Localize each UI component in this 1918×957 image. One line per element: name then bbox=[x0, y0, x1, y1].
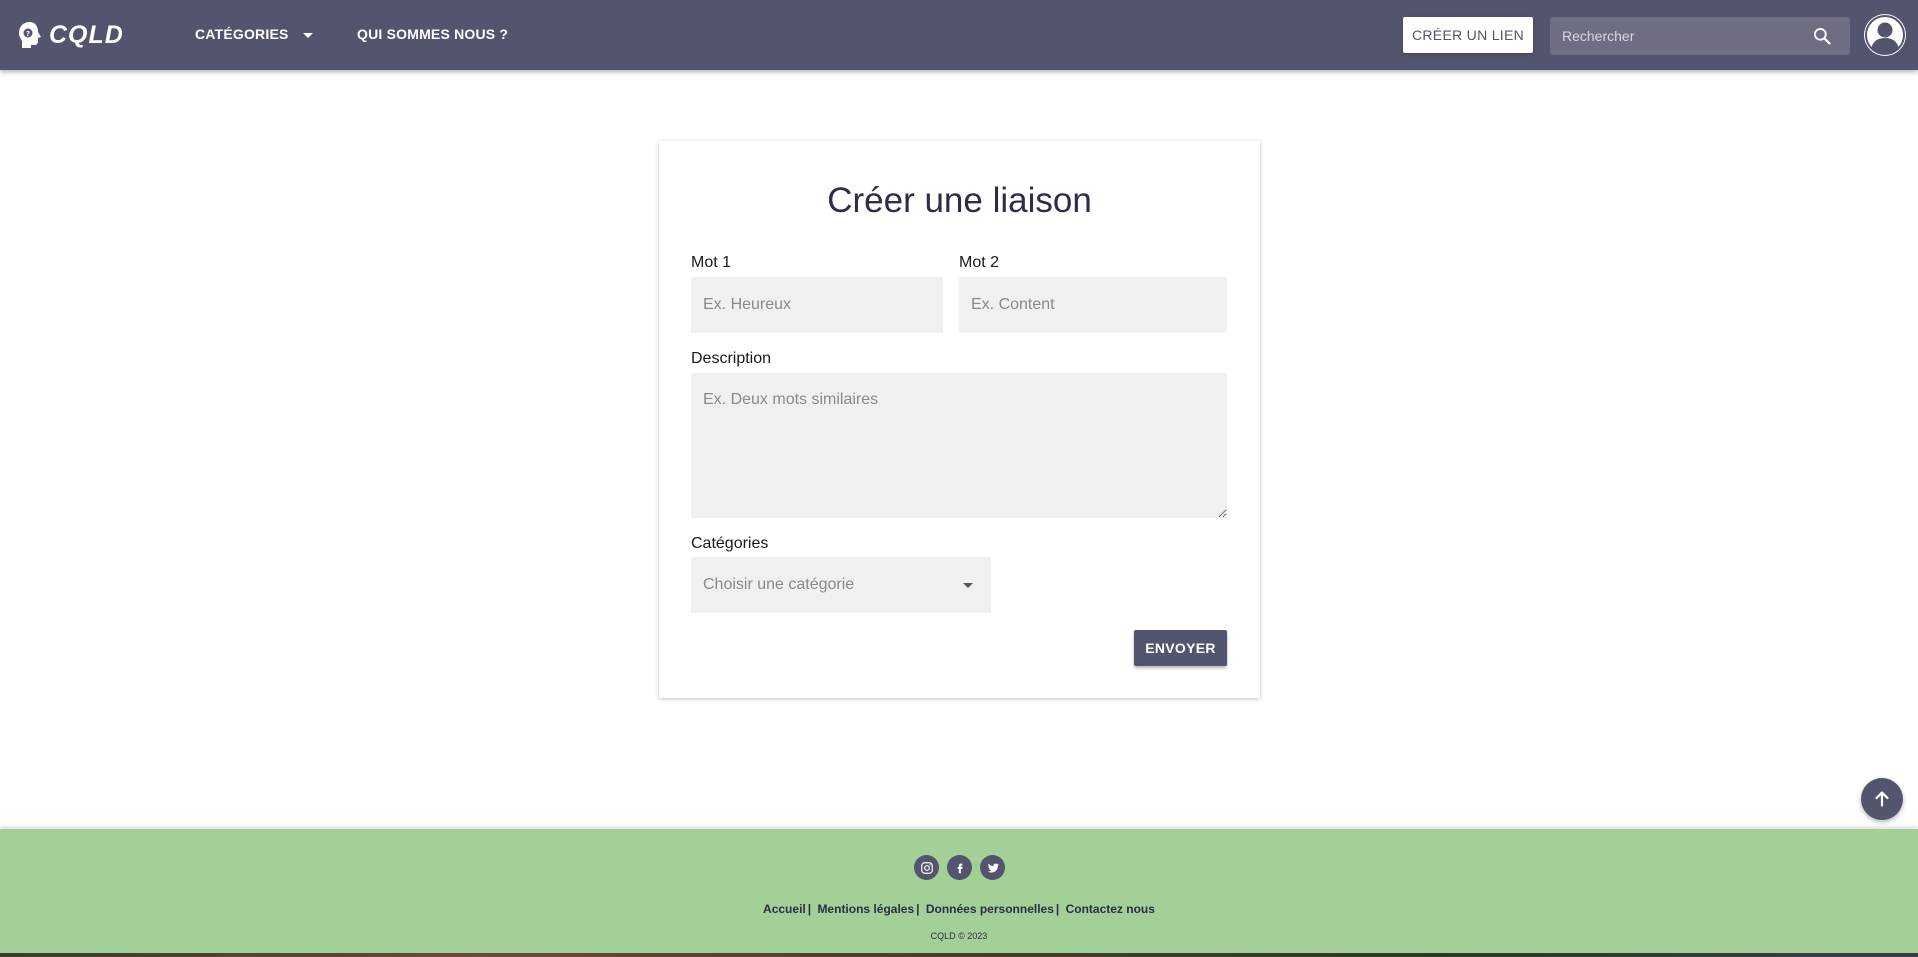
footer-link-mentions-legales[interactable]: Mentions légales bbox=[817, 902, 914, 916]
send-button[interactable]: ENVOYER bbox=[1134, 630, 1227, 666]
facebook-button[interactable] bbox=[947, 855, 972, 880]
create-link-button[interactable]: CRÉER UN LIEN bbox=[1403, 17, 1533, 53]
footer-link-donnees-personnelles[interactable]: Données personnelles bbox=[926, 902, 1054, 916]
instagram-icon bbox=[920, 861, 933, 874]
category-select-value: Choisir une catégorie bbox=[703, 576, 855, 593]
mot1-input[interactable] bbox=[691, 277, 943, 333]
mot2-label: Mot 2 bbox=[959, 254, 1000, 271]
footer-link-accueil[interactable]: Accueil bbox=[763, 902, 806, 916]
search-icon[interactable] bbox=[1812, 26, 1832, 46]
create-liaison-card: Créer une liaison Mot 1 Mot 2 Descriptio… bbox=[659, 141, 1260, 698]
description-label: Description bbox=[691, 350, 772, 367]
page-title: Créer une liaison bbox=[827, 181, 1092, 220]
social-links bbox=[914, 855, 1005, 880]
copyright: CQLD © 2023 bbox=[930, 931, 988, 941]
caret-down-icon bbox=[302, 32, 313, 38]
footer: Accueil | Mentions légales | Données perso… bbox=[0, 829, 1918, 957]
twitter-button[interactable] bbox=[980, 855, 1005, 880]
footer-separator: | bbox=[807, 902, 812, 916]
nav-about-link[interactable]: QUI SOMMES NOUS ? bbox=[357, 26, 508, 42]
arrow-up-icon bbox=[1875, 791, 1889, 807]
top-navbar: ? CQLD CATÉGORIES QUI SOMMES NOUS ? CRÉE… bbox=[0, 0, 1918, 70]
mot1-label: Mot 1 bbox=[691, 254, 732, 271]
logo[interactable]: ? CQLD bbox=[17, 18, 124, 52]
footer-separator: | bbox=[916, 902, 920, 916]
logo-head-icon: ? bbox=[19, 22, 41, 48]
caret-down-icon bbox=[963, 583, 973, 588]
footer-separator: | bbox=[1055, 902, 1060, 916]
logo-text: CQLD bbox=[49, 20, 124, 49]
twitter-icon bbox=[987, 862, 999, 873]
nav-categories-dropdown[interactable]: CATÉGORIES bbox=[195, 26, 313, 42]
nav-categories-label: CATÉGORIES bbox=[195, 26, 289, 42]
user-avatar[interactable] bbox=[1864, 14, 1906, 56]
nav-about-label: QUI SOMMES NOUS ? bbox=[357, 26, 509, 42]
description-textarea[interactable] bbox=[691, 373, 1227, 518]
footer-links: Accueil | Mentions légales | Données perso… bbox=[0, 902, 1918, 916]
user-icon bbox=[1865, 15, 1905, 55]
bottom-strip bbox=[0, 953, 1918, 957]
mot2-input[interactable] bbox=[959, 277, 1227, 333]
search-input[interactable] bbox=[1562, 17, 1792, 55]
svg-text:?: ? bbox=[26, 30, 30, 38]
instagram-button[interactable] bbox=[914, 855, 939, 880]
scroll-to-top-button[interactable] bbox=[1861, 778, 1903, 820]
categories-label: Catégories bbox=[691, 535, 769, 552]
category-select[interactable]: Choisir une catégorie bbox=[691, 557, 991, 613]
facebook-icon bbox=[957, 863, 963, 873]
search-box bbox=[1550, 17, 1850, 55]
footer-link-contact[interactable]: Contactez nous bbox=[1066, 902, 1155, 916]
